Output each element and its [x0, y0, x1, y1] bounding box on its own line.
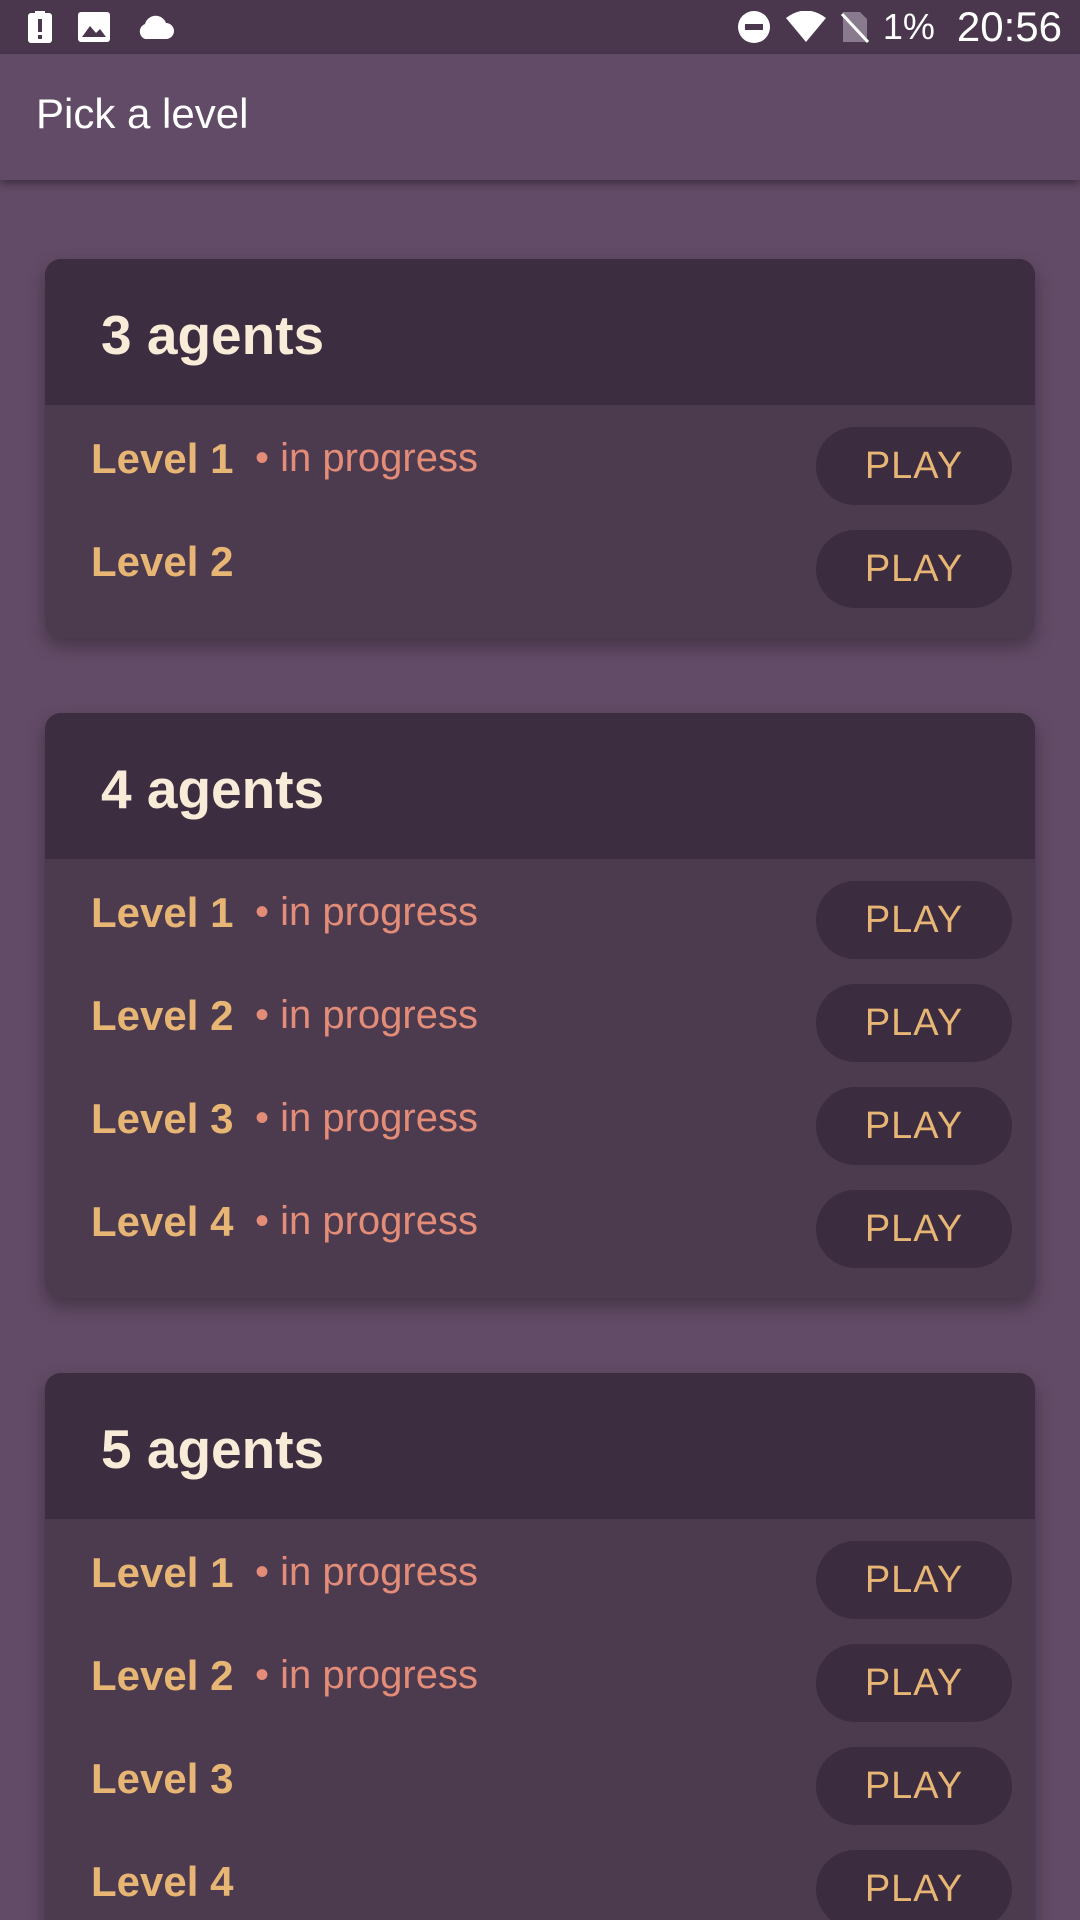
app-bar: Pick a level — [0, 54, 1080, 180]
group-title: 5 agents — [101, 1418, 325, 1480]
agent-group-card: 4 agents Level 1 • in progress PLAY Leve… — [45, 713, 1035, 1298]
level-name: Level 3 — [91, 1755, 234, 1802]
image-icon — [78, 12, 110, 42]
play-button[interactable]: PLAY — [816, 881, 1012, 959]
battery-percentage: 1% — [882, 6, 935, 47]
level-row: Level 1 • in progress PLAY — [45, 859, 1035, 962]
level-row: Level 4 • in progress PLAY — [45, 1168, 1035, 1271]
group-title: 4 agents — [101, 758, 325, 820]
play-button[interactable]: PLAY — [816, 984, 1012, 1062]
status-bar: 1% 20:56 — [0, 0, 1080, 54]
alert-icon — [28, 11, 52, 43]
level-row: Level 1 • in progress PLAY — [45, 1519, 1035, 1622]
level-row: Level 3 PLAY — [45, 1725, 1035, 1828]
page-title: Pick a level — [36, 90, 249, 137]
play-button[interactable]: PLAY — [816, 1190, 1012, 1268]
level-status: • in progress — [255, 890, 478, 934]
play-button[interactable]: PLAY — [816, 1850, 1012, 1920]
clock: 20:56 — [956, 3, 1062, 50]
level-status: • in progress — [255, 1550, 478, 1594]
card-header: 3 agents — [45, 259, 1035, 405]
level-name: Level 4 — [91, 1198, 234, 1245]
level-name: Level 3 — [91, 1095, 234, 1142]
level-status: • in progress — [255, 1096, 478, 1140]
agent-group-card: 3 agents Level 1 • in progress PLAY Leve… — [45, 259, 1035, 638]
level-name: Level 2 — [91, 1652, 234, 1699]
level-row: Level 4 PLAY — [45, 1828, 1035, 1920]
agent-group-card: 5 agents Level 1 • in progress PLAY Leve… — [45, 1373, 1035, 1920]
level-name: Level 2 — [91, 992, 234, 1039]
level-name: Level 4 — [91, 1858, 234, 1905]
card-header: 5 agents — [45, 1373, 1035, 1519]
play-button[interactable]: PLAY — [816, 530, 1012, 608]
play-button[interactable]: PLAY — [816, 1087, 1012, 1165]
level-status: • in progress — [255, 436, 478, 480]
group-title: 3 agents — [101, 304, 325, 366]
level-name: Level 2 — [91, 538, 234, 585]
level-list[interactable]: 3 agents Level 1 • in progress PLAY Leve… — [0, 180, 1080, 1920]
status-icons-left — [28, 0, 174, 54]
level-row: Level 2 • in progress PLAY — [45, 1622, 1035, 1725]
level-row: Level 2 • in progress PLAY — [45, 962, 1035, 1065]
level-name: Level 1 — [91, 889, 234, 936]
card-header: 4 agents — [45, 713, 1035, 859]
level-row: Level 2 PLAY — [45, 508, 1035, 611]
play-button[interactable]: PLAY — [816, 1644, 1012, 1722]
status-icons-right: 1% 20:56 — [737, 0, 1062, 54]
play-button[interactable]: PLAY — [816, 1541, 1012, 1619]
level-status: • in progress — [255, 993, 478, 1037]
play-button[interactable]: PLAY — [816, 427, 1012, 505]
level-row: Level 3 • in progress PLAY — [45, 1065, 1035, 1168]
level-row: Level 1 • in progress PLAY — [45, 405, 1035, 508]
level-name: Level 1 — [91, 435, 234, 482]
play-button[interactable]: PLAY — [816, 1747, 1012, 1825]
cloud-icon — [136, 14, 174, 40]
wifi-icon — [785, 11, 827, 43]
level-status: • in progress — [255, 1653, 478, 1697]
no-sim-icon — [840, 10, 869, 44]
level-name: Level 1 — [91, 1549, 234, 1596]
do-not-disturb-icon — [737, 10, 771, 44]
level-status: • in progress — [255, 1199, 478, 1243]
